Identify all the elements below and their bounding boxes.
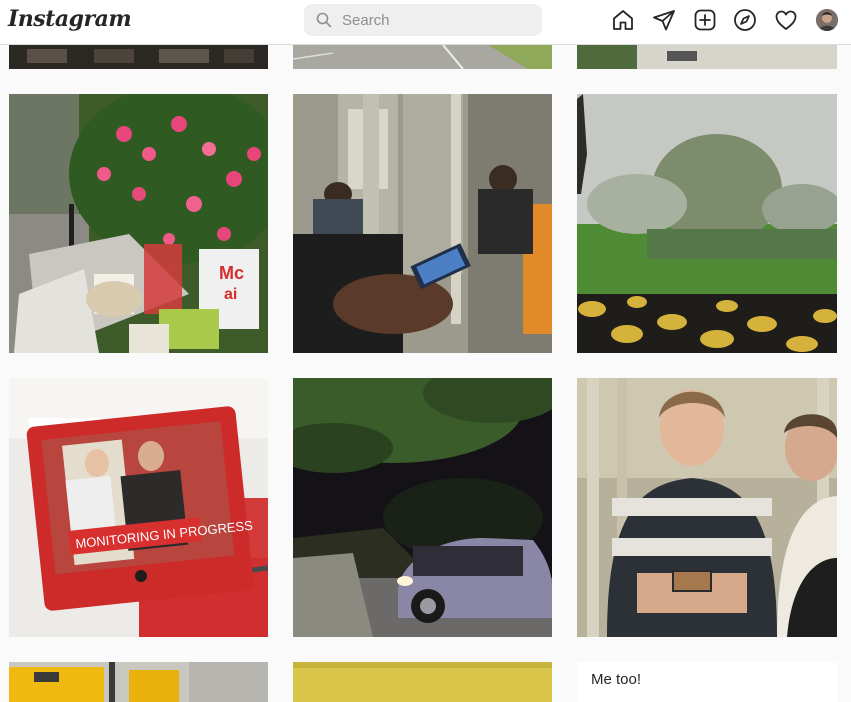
post-thumbnail[interactable]	[577, 45, 837, 69]
post-image	[9, 662, 268, 702]
comment-preview[interactable]: Me too!	[577, 662, 837, 702]
post-image	[293, 378, 552, 637]
post-image: MONITORING IN PROGRESS	[9, 378, 268, 637]
profile-avatar[interactable]	[816, 9, 838, 31]
post-thumbnail[interactable]	[293, 378, 552, 637]
search-input[interactable]	[342, 4, 532, 36]
post-image	[293, 45, 552, 69]
post-thumbnail[interactable]	[293, 662, 552, 702]
post-thumbnail[interactable]	[9, 662, 268, 702]
instagram-logo[interactable]: Instagram	[8, 6, 132, 32]
svg-text:ai: ai	[224, 286, 237, 303]
post-image	[9, 45, 268, 69]
post-image	[577, 45, 837, 69]
comment-text: Me too!	[591, 671, 642, 688]
post-thumbnail[interactable]	[9, 45, 268, 69]
post-thumbnail[interactable]: MONITORING IN PROGRESS	[9, 378, 268, 637]
search-icon	[316, 12, 332, 28]
direct-icon[interactable]	[652, 8, 676, 32]
post-image: Mc ai	[9, 94, 268, 353]
post-image	[293, 94, 552, 353]
activity-icon[interactable]	[774, 8, 798, 32]
post-image	[293, 662, 552, 702]
explore-icon[interactable]	[733, 8, 757, 32]
post-thumbnail[interactable]: Mc ai	[9, 94, 268, 353]
top-nav-bar: Instagram	[0, 0, 851, 45]
svg-text:Mc: Mc	[219, 263, 244, 283]
new-post-icon[interactable]	[693, 8, 717, 32]
search-box[interactable]	[304, 4, 542, 36]
post-image	[577, 378, 837, 637]
post-image	[577, 94, 837, 353]
post-thumbnail[interactable]	[293, 94, 552, 353]
post-thumbnail[interactable]	[577, 94, 837, 353]
post-thumbnail[interactable]	[293, 45, 552, 69]
home-icon[interactable]	[611, 8, 635, 32]
avatar-image	[816, 9, 838, 31]
post-thumbnail[interactable]	[577, 378, 837, 637]
